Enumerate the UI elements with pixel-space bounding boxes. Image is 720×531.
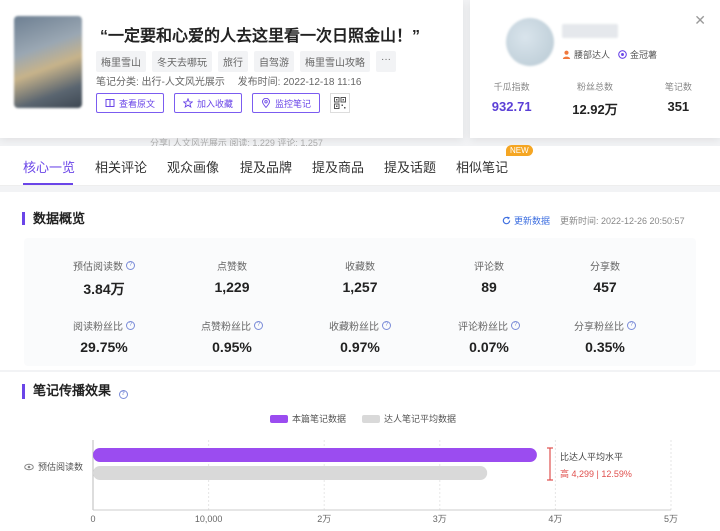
tag-list: 梅里雪山 冬天去哪玩 旅行 自驾游 梅里雪山攻略 ··· [96, 51, 396, 72]
help-icon[interactable]: ? [511, 321, 520, 330]
author-stats: 千瓜指数 932.71 粉丝总数 12.92万 笔记数 351 [470, 80, 720, 118]
help-icon[interactable]: ? [126, 261, 135, 270]
refresh-data-button[interactable]: 更新数据 [502, 214, 550, 227]
person-icon [562, 50, 571, 59]
tag-more[interactable]: ··· [376, 51, 396, 72]
bar-this-note [93, 448, 537, 462]
tab-similar-notes[interactable]: 相似笔记 [456, 157, 508, 176]
background-strip: 分享| 人文风光展示 阅读: 1,229 评论: 1,257 [150, 138, 323, 146]
help-icon[interactable]: ? [254, 321, 263, 330]
author-card: 腰部达人 金冠薯 ✕ 千瓜指数 932.71 粉丝总数 12.92万 笔记数 3… [470, 0, 720, 138]
metric-shares: 分享数 457 [590, 262, 620, 295]
crown-badge: 金冠薯 [618, 48, 657, 61]
metric-read-fan-ratio: 阅读粉丝比? 29.75% [44, 318, 164, 355]
active-tab-indicator [23, 183, 73, 185]
author-stat: 粉丝总数 12.92万 [572, 82, 618, 117]
location-pin-icon [262, 98, 270, 108]
qr-code-icon[interactable] [330, 93, 351, 113]
refresh-icon [502, 216, 511, 225]
bar-average [93, 466, 488, 480]
compare-note: 比达人平均水平 高 4,299 | 12.59% [560, 452, 632, 479]
metric-likes: 点赞数 1,229 [214, 262, 250, 295]
add-favorite-button[interactable]: 加入收藏 [174, 93, 243, 113]
tab-mentioned-products[interactable]: 提及商品 [312, 157, 364, 176]
tag-item[interactable]: 冬天去哪玩 [152, 51, 212, 72]
close-icon[interactable]: ✕ [694, 12, 706, 29]
tab-mentioned-brands[interactable]: 提及品牌 [240, 157, 292, 176]
level-badge: 腰部达人 [562, 48, 610, 61]
monitor-note-button[interactable]: 监控笔记 [252, 93, 321, 113]
metric-comment-fan-ratio: 评论粉丝比? 0.07% [429, 318, 549, 355]
metric-favorites: 收藏数 1,257 [342, 262, 378, 295]
data-overview-section: 数据概览 更新数据 更新时间: 2022-12-26 20:50:57 预估阅读… [0, 192, 720, 370]
update-time: 更新时间: 2022-12-26 20:50:57 [560, 216, 685, 226]
note-title: “一定要和心爱的人去这里看一次日照金山！” [100, 28, 421, 45]
book-icon [105, 99, 115, 107]
tab-core-overview[interactable]: 核心一览 [23, 157, 75, 176]
note-meta: 笔记分类: 出行-人文风光展示 发布时间: 2022-12-18 11:16 [96, 73, 371, 88]
note-card: “一定要和心爱的人去这里看一次日照金山！” 梅里雪山 冬天去哪玩 旅行 自驾游 … [0, 0, 463, 138]
publish-time: 发布时间: 2022-12-18 11:16 [237, 77, 362, 88]
tab-audience-profile[interactable]: 观众画像 [167, 157, 219, 176]
view-original-button[interactable]: 查看原文 [96, 93, 165, 113]
tab-mentioned-topics[interactable]: 提及话题 [384, 157, 436, 176]
x-tick-label: 3万 [433, 514, 447, 524]
metric-share-fan-ratio: 分享粉丝比? 0.35% [545, 318, 665, 355]
metric-like-fan-ratio: 点赞粉丝比? 0.95% [172, 318, 292, 355]
metric-est-reads: 预估阅读数? 3.84万 [44, 258, 164, 299]
author-name[interactable] [562, 24, 618, 38]
crown-icon [618, 50, 627, 59]
help-icon[interactable]: ? [382, 321, 391, 330]
author-stat: 笔记数 351 [664, 82, 692, 114]
help-icon[interactable]: ? [126, 321, 135, 330]
new-badge: NEW [506, 145, 533, 156]
tab-related-comments[interactable]: 相关评论 [95, 157, 147, 176]
section-title: 数据概览 [22, 212, 85, 225]
star-icon [183, 98, 194, 108]
tag-item[interactable]: 旅行 [218, 51, 248, 72]
author-badges: 腰部达人 金冠薯 [562, 48, 657, 61]
x-tick-label: 0 [90, 514, 95, 524]
x-tick-label: 4万 [548, 514, 562, 524]
note-actions: 查看原文 加入收藏 监控笔记 [96, 93, 351, 113]
avatar[interactable] [506, 18, 554, 66]
tag-item[interactable]: 梅里雪山攻略 [300, 51, 370, 72]
note-category: 笔记分类: 出行-人文风光展示 [96, 77, 225, 88]
metric-comments: 评论数 89 [474, 262, 504, 295]
x-tick-label: 10,000 [195, 514, 223, 524]
author-stat: 千瓜指数 932.71 [491, 82, 532, 114]
metrics-grid: 预估阅读数? 3.84万 点赞数 1,229 收藏数 1,257 评论数 89 … [24, 238, 696, 366]
tab-bar: 核心一览 相关评论 观众画像 提及品牌 提及商品 提及话题 相似笔记 [0, 146, 720, 186]
x-tick-label: 2万 [317, 514, 331, 524]
tag-item[interactable]: 自驾游 [254, 51, 294, 72]
x-tick-label: 5万 [664, 514, 678, 524]
metric-favorite-fan-ratio: 收藏粉丝比? 0.97% [300, 318, 420, 355]
tag-item[interactable]: 梅里雪山 [96, 51, 146, 72]
spread-effect-section: 笔记传播效果 ? 本篇笔记数据 达人笔记平均数据 预估阅读数 0 10,000 2万… [0, 372, 720, 531]
note-thumbnail[interactable] [14, 16, 82, 108]
help-icon[interactable]: ? [627, 321, 636, 330]
